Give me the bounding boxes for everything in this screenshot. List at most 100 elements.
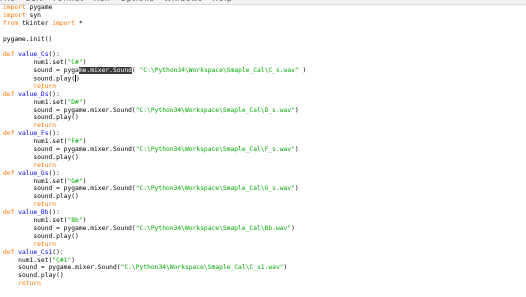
code-text: sound = pygame.mixer.Sound(	[3, 264, 121, 272]
code-text: num1.set(	[3, 98, 68, 106]
menu-item-run[interactable]: Run	[94, 0, 110, 3]
code-line[interactable]: pygame.init()	[3, 36, 526, 44]
code-line[interactable]: return	[3, 280, 526, 288]
keyword: return	[33, 82, 57, 90]
function-name: value_Bb	[18, 209, 49, 217]
keyword: import	[3, 4, 26, 11]
keyword: return	[18, 280, 41, 288]
keyword: from	[3, 19, 19, 27]
code-text: num1.set(	[3, 217, 68, 225]
keyword: return	[33, 161, 57, 169]
keyword: return	[33, 240, 57, 248]
code-line[interactable]: num1.set("D#")	[3, 99, 526, 107]
keyword: def	[3, 51, 15, 59]
menu-items[interactable]: File Edit Format Run Options Windows Help	[0, 0, 243, 3]
menu-item-format[interactable]: Format	[53, 0, 84, 3]
keyword: return	[33, 201, 57, 209]
menu-item-help[interactable]: Help	[213, 0, 233, 3]
code-text: )	[294, 185, 299, 193]
string-literal: "C:\Python34\Workspace\Smaple_Cal\D_s.wa…	[135, 106, 295, 114]
menu-item-edit[interactable]: Edit	[26, 0, 44, 3]
selected-text: me.mixer.Sound	[78, 67, 132, 75]
code-line[interactable]: import syn	[3, 12, 526, 20]
code-text: sound = pygame.mixer.Sound(	[3, 146, 136, 154]
code-text: ():	[48, 90, 60, 98]
string-literal: "C:\Python34\Workspace\Smaple_Cal\F_s.wa…	[135, 146, 295, 154]
code-text: ():	[48, 51, 60, 59]
code-text: num1.set(	[3, 177, 68, 185]
code-text: )	[298, 67, 307, 75]
code-text: tkinter	[18, 19, 53, 27]
code-text: )	[71, 256, 76, 264]
string-literal: "C#"	[67, 59, 83, 67]
code-line[interactable]: sound.play()	[3, 193, 526, 201]
menu-item-options[interactable]: Options	[120, 0, 154, 3]
code-text: sound.play()	[3, 193, 79, 201]
string-literal: "C#1"	[52, 256, 72, 264]
code-line[interactable]: num1.set("F#")	[3, 138, 526, 146]
code-line[interactable]: num1.set("C#1")	[3, 257, 526, 265]
code-line[interactable]: sound.play()	[3, 114, 526, 122]
code-line[interactable]: def value_Cs1():	[3, 249, 526, 257]
code-text: (	[131, 67, 140, 75]
code-text: )	[82, 98, 87, 106]
code-text: pygame	[25, 4, 53, 11]
code-line[interactable]: return	[3, 83, 526, 91]
string-literal: "G#"	[67, 177, 83, 185]
code-line[interactable]: sound.play()	[3, 154, 526, 162]
code-text: pygame.init()	[3, 35, 53, 43]
keyword: def	[3, 130, 15, 138]
code-text: num1.set(	[3, 256, 53, 264]
code-line[interactable]: num1.set("G#")	[3, 178, 526, 186]
keyword: def	[3, 90, 15, 98]
function-name: value_Cs	[18, 51, 49, 59]
code-line[interactable]: def value_Ds():	[3, 91, 526, 99]
code-line[interactable]: return	[3, 162, 526, 170]
function-name: value_Gs	[18, 169, 49, 177]
code-line[interactable]: def value_Cs():	[3, 51, 526, 59]
code-line[interactable]: sound = pygame.mixer.Sound("C:\Python34\…	[3, 225, 526, 233]
code-line[interactable]: import pygame	[3, 4, 526, 12]
menu-item-windows[interactable]: Windows	[164, 0, 202, 3]
code-text: sound.play()	[3, 272, 64, 280]
code-line[interactable]: from tkinter import *	[3, 20, 526, 28]
code-text: sound = pygame.mixer.Sound(	[3, 224, 136, 232]
code-text: sound.play()	[3, 232, 79, 240]
code-line[interactable]: return	[3, 201, 526, 209]
code-line[interactable]: sound.play()	[3, 75, 526, 83]
code-text: )	[294, 146, 299, 154]
code-text: )	[291, 224, 295, 232]
code-text: )	[82, 59, 87, 67]
code-line[interactable]: sound = pygame.mixer.Sound("C:\Python34\…	[3, 146, 526, 154]
code-text: ():	[52, 248, 64, 256]
code-line[interactable]: sound = pygame.mixer.Sound( "C:\Python34…	[3, 67, 526, 75]
code-line[interactable]: sound.play()	[3, 272, 526, 280]
code-line[interactable]: return	[3, 241, 526, 249]
code-line[interactable]: sound = pygame.mixer.Sound("C:\Python34\…	[3, 185, 526, 193]
function-name: value_Ds	[18, 90, 49, 98]
code-text: ():	[48, 169, 60, 177]
code-line[interactable]	[3, 43, 526, 51]
keyword: def	[3, 169, 15, 177]
code-text: )	[82, 177, 87, 185]
code-line[interactable]: sound.play()	[3, 233, 526, 241]
function-name: value_Fs	[18, 130, 49, 138]
code-line[interactable]: num1.set("C#")	[3, 59, 526, 67]
code-text: sound = pygame.mixer.Sound(	[3, 106, 136, 114]
string-literal: "C:\Python34\Workspace\Smaple_Cal\C_s.wa…	[139, 67, 299, 75]
code-editor[interactable]: import pygame import syn from tkinter impo…	[3, 4, 526, 297]
code-line[interactable]: return	[3, 122, 526, 130]
code-line[interactable]: num1.set("Bb")	[3, 217, 526, 225]
code-line[interactable]: def value_Bb():	[3, 209, 526, 217]
code-line[interactable]: def value_Gs():	[3, 170, 526, 178]
code-text: ():	[48, 209, 60, 217]
code-line[interactable]: sound = pygame.mixer.Sound("C:\Python34\…	[3, 264, 526, 272]
code-line[interactable]	[3, 28, 526, 36]
code-line[interactable]: def value_Fs():	[3, 130, 526, 138]
code-line[interactable]: sound = pygame.mixer.Sound("C:\Python34\…	[3, 107, 526, 115]
code-text: syn	[25, 11, 41, 19]
menu-item-file[interactable]: File	[0, 0, 16, 3]
